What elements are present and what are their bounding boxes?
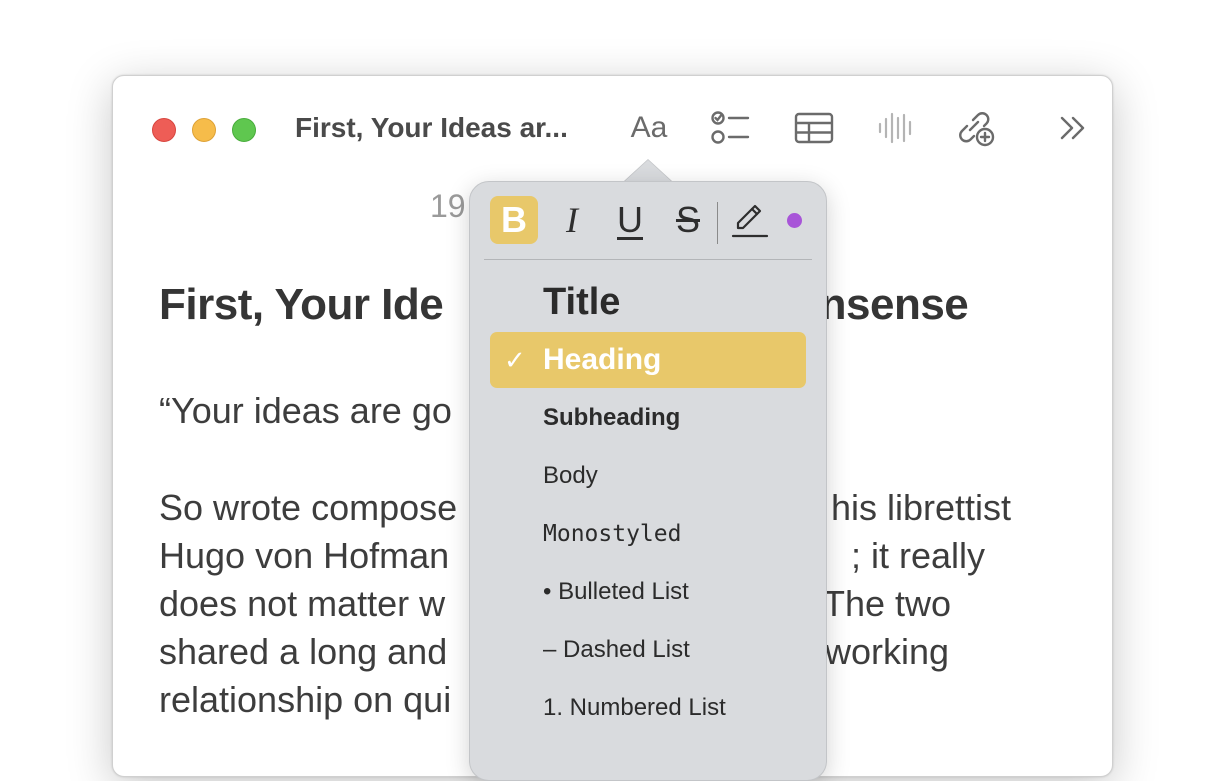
style-heading-item[interactable]: ✓ Heading	[490, 332, 806, 388]
toolbar-divider	[717, 202, 718, 244]
body-line-left: Hugo von Hofman	[159, 535, 450, 576]
style-dashed-list-item[interactable]: – Dashed List	[490, 622, 806, 678]
close-window-button[interactable]	[152, 118, 176, 142]
style-bulleted-list-item[interactable]: • Bulleted List	[490, 564, 806, 620]
strikethrough-button[interactable]: S	[664, 196, 712, 244]
checklist-button[interactable]	[707, 106, 755, 150]
style-bulleted-list-label: • Bulleted List	[543, 578, 689, 605]
style-title-label: Title	[543, 280, 621, 323]
body-line-right: The two	[823, 583, 952, 624]
checklist-icon	[711, 111, 750, 144]
checkmark-icon: ✓	[504, 344, 526, 375]
body-line-right: working	[825, 631, 950, 672]
format-text-icon: Aa	[630, 111, 668, 144]
more-toolbar-button[interactable]	[1049, 106, 1097, 150]
table-icon	[794, 112, 834, 144]
highlighter-pen-icon	[731, 204, 769, 238]
style-numbered-list-label: 1. Numbered List	[543, 694, 726, 721]
note-title-left: First, Your Ide	[159, 280, 444, 329]
italic-button[interactable]: I	[548, 196, 596, 244]
style-body-label: Body	[543, 462, 598, 489]
body-line-right: ; it really	[851, 535, 986, 576]
style-monostyled-label: Monostyled	[543, 521, 682, 547]
format-text-button[interactable]: Aa	[625, 106, 673, 150]
style-heading-label: Heading	[543, 343, 662, 376]
minimize-window-button[interactable]	[192, 118, 216, 142]
format-popover: B I U S Title ✓ Heading Subheading Body …	[469, 181, 827, 781]
body-line-right: his librettist	[831, 487, 1012, 528]
audio-button[interactable]	[871, 106, 919, 150]
body-line-left: does not matter w	[159, 583, 446, 624]
underline-button[interactable]: U	[606, 196, 654, 244]
body-line-left: relationship on qui	[159, 679, 452, 720]
popover-arrow	[624, 160, 672, 182]
zoom-window-button[interactable]	[232, 118, 256, 142]
window-title: First, Your Ideas ar...	[295, 112, 568, 143]
style-body-item[interactable]: Body	[490, 448, 806, 504]
popover-divider	[484, 259, 812, 260]
audio-waveform-icon	[878, 112, 912, 144]
collaborate-button[interactable]	[951, 106, 999, 150]
collaborate-link-icon	[959, 112, 995, 147]
style-monostyled-item[interactable]: Monostyled	[490, 506, 806, 562]
text-color-dot[interactable]	[787, 213, 802, 228]
body-line-left: So wrote compose	[159, 487, 458, 528]
table-button[interactable]	[790, 106, 838, 150]
highlight-button[interactable]	[722, 196, 778, 244]
bold-button[interactable]: B	[490, 196, 538, 244]
style-dashed-list-label: – Dashed List	[543, 636, 690, 663]
body-line-left: shared a long and	[159, 631, 448, 672]
note-date: 19	[430, 188, 466, 224]
style-title-item[interactable]: Title	[490, 274, 806, 330]
style-subheading-label: Subheading	[543, 404, 681, 431]
style-subheading-item[interactable]: Subheading	[490, 390, 806, 446]
format-toolbar: B I U S	[470, 182, 826, 260]
note-quote[interactable]: “Your ideas are go	[159, 390, 452, 432]
style-numbered-list-item[interactable]: 1. Numbered List	[490, 680, 806, 736]
more-chevrons-icon	[1060, 116, 1085, 140]
